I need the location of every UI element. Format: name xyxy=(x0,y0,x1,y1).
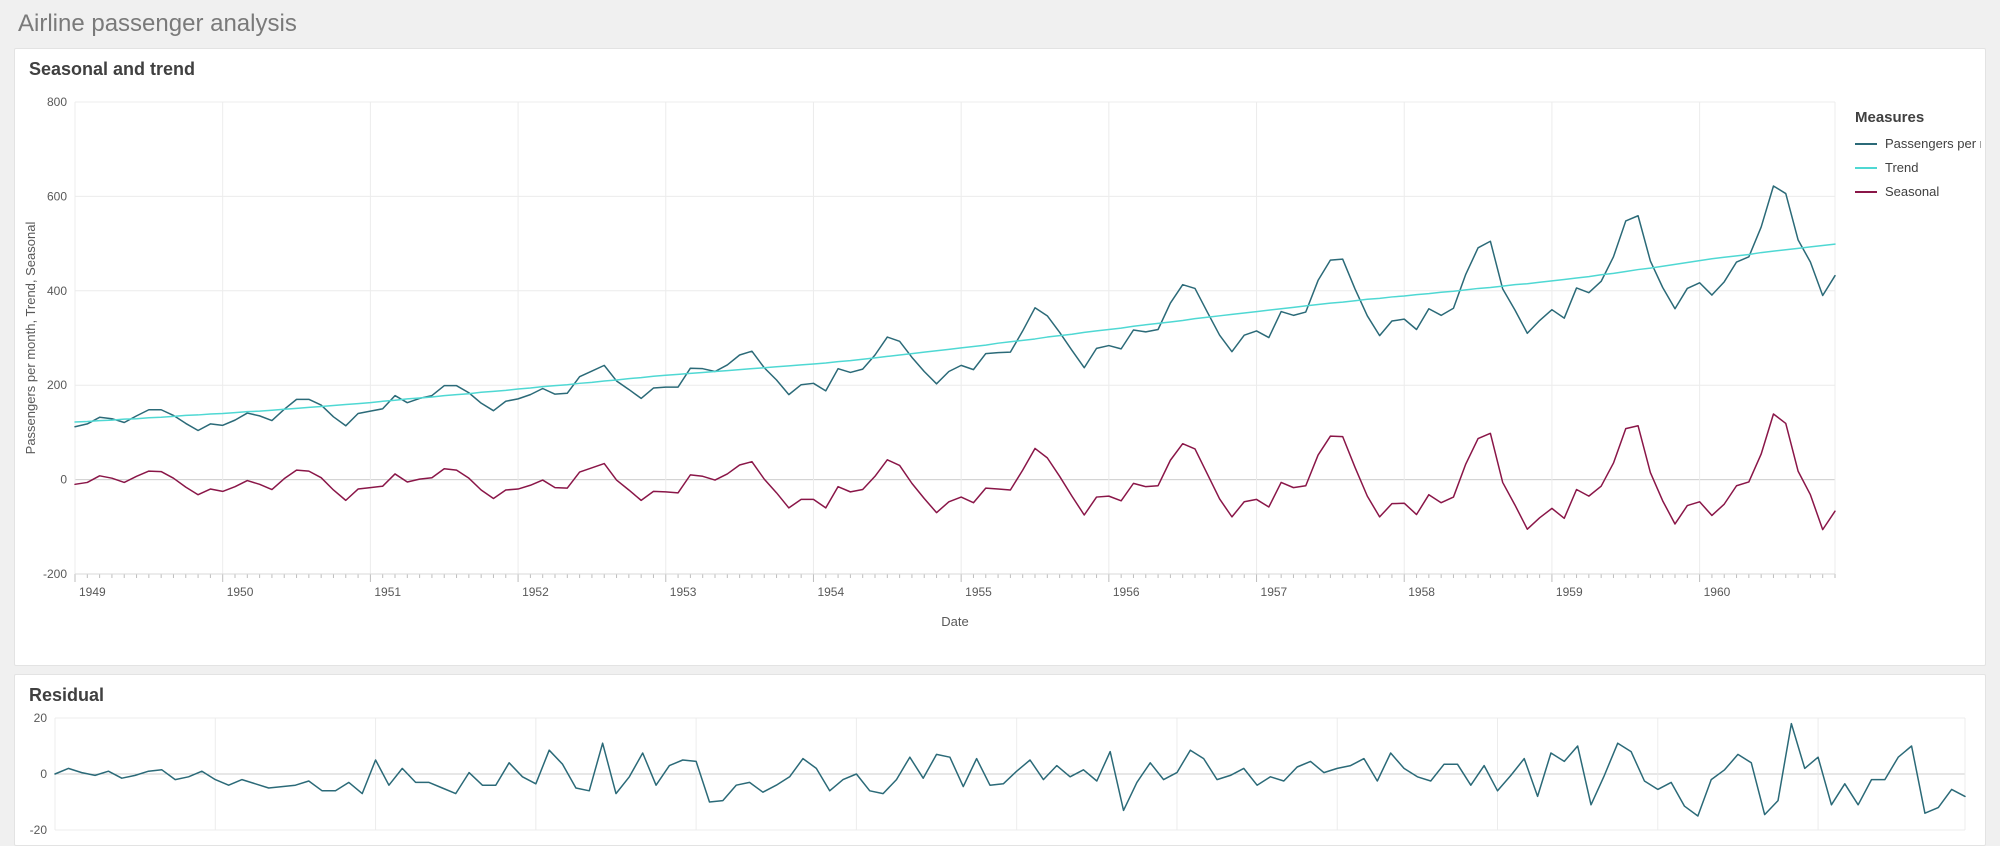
svg-text:200: 200 xyxy=(47,378,67,392)
panel-title-top: Seasonal and trend xyxy=(15,49,1985,84)
chart-area-bottom[interactable]: -20 0 20 xyxy=(15,710,1985,844)
svg-text:800: 800 xyxy=(47,95,67,109)
svg-text:0: 0 xyxy=(60,473,67,487)
svg-text:600: 600 xyxy=(47,189,67,203)
series-residual xyxy=(55,724,1965,816)
panel-seasonal-trend: Seasonal and trend -200 0 200 400 600 800 1949… xyxy=(14,48,1986,666)
svg-text:1960: 1960 xyxy=(1704,585,1731,599)
series-passengers-per-month xyxy=(75,186,1835,430)
page-title: Airline passenger analysis xyxy=(0,0,2000,44)
svg-text:0: 0 xyxy=(40,767,47,781)
svg-text:-20: -20 xyxy=(30,823,48,837)
svg-text:Date: Date xyxy=(941,614,968,629)
svg-text:1949: 1949 xyxy=(79,585,106,599)
svg-text:1953: 1953 xyxy=(670,585,697,599)
svg-text:-200: -200 xyxy=(43,567,67,581)
svg-text:1959: 1959 xyxy=(1556,585,1583,599)
legend-label[interactable]: Seasonal xyxy=(1885,184,1939,199)
legend-label[interactable]: Passengers per month xyxy=(1885,136,1981,151)
svg-text:1952: 1952 xyxy=(522,585,549,599)
page-root: Airline passenger analysis Seasonal and … xyxy=(0,0,2000,846)
svg-text:1950: 1950 xyxy=(227,585,254,599)
panel-title-bottom: Residual xyxy=(15,675,1985,710)
svg-text:1954: 1954 xyxy=(817,585,844,599)
svg-text:20: 20 xyxy=(34,711,48,725)
svg-text:Passengers per month, Trend, S: Passengers per month, Trend, Seasonal xyxy=(23,222,38,455)
svg-text:1956: 1956 xyxy=(1113,585,1140,599)
svg-text:1958: 1958 xyxy=(1408,585,1435,599)
series-trend xyxy=(75,244,1835,422)
legend-title: Measures xyxy=(1855,109,1924,126)
svg-text:1951: 1951 xyxy=(374,585,401,599)
panel-residual: Residual -20 0 20 xyxy=(14,674,1986,846)
chart-area-top[interactable]: -200 0 200 400 600 800 1949 1950 1951 1952 1953 195… xyxy=(15,84,1985,664)
series-seasonal xyxy=(75,414,1835,530)
svg-text:1955: 1955 xyxy=(965,585,992,599)
legend-label[interactable]: Trend xyxy=(1885,160,1918,175)
svg-text:1957: 1957 xyxy=(1261,585,1288,599)
svg-text:400: 400 xyxy=(47,284,67,298)
